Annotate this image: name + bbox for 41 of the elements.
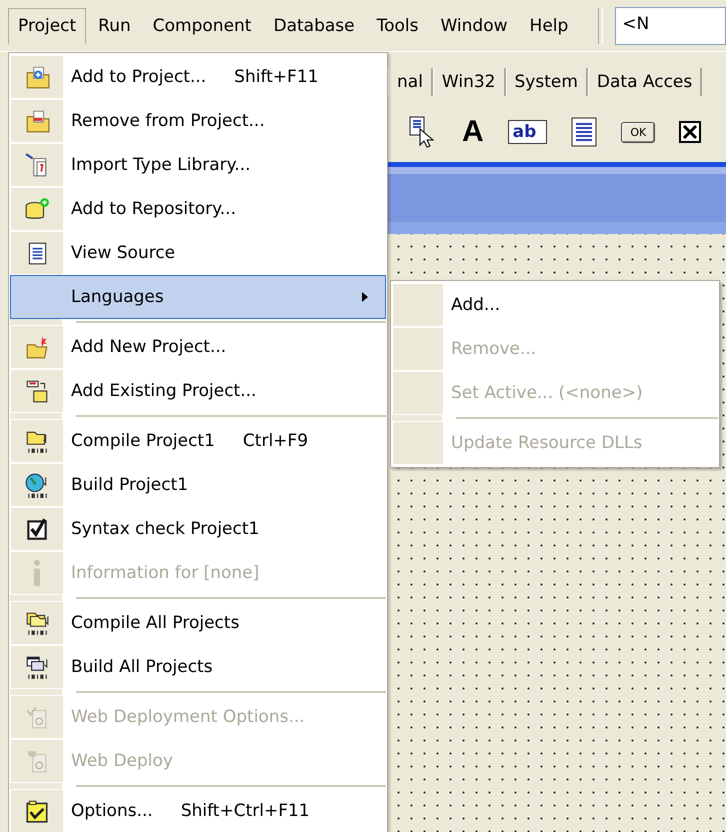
windows-binary-icon: [24, 654, 50, 680]
edit-tool[interactable]: ab: [508, 120, 548, 144]
combo-box[interactable]: <N: [615, 6, 726, 44]
menu-title[interactable]: Run: [88, 8, 141, 44]
folder-star-icon: [24, 334, 50, 360]
palette-tab[interactable]: System: [506, 68, 588, 96]
submenu-arrow-icon: [361, 291, 369, 303]
label-tool[interactable]: A: [462, 115, 484, 149]
menu-item[interactable]: Options... Shift+Ctrl+F11: [10, 789, 386, 832]
menu-item[interactable]: Syntax check Project1: [10, 507, 386, 551]
folder-minus-icon: [24, 108, 50, 134]
menu-title[interactable]: Project: [8, 8, 86, 44]
menu-item[interactable]: Import Type Library...: [10, 143, 386, 187]
menu-item[interactable]: Build Project1: [10, 463, 386, 507]
menu-item[interactable]: Languages: [10, 275, 386, 319]
folders-binary-icon: [24, 610, 50, 636]
menu-item[interactable]: Add...: [392, 283, 718, 327]
globe-binary-icon: [24, 472, 50, 498]
menu-item[interactable]: Add New Project...: [10, 325, 386, 369]
folder-plus-icon: [24, 64, 50, 90]
menu-item[interactable]: View Source: [10, 231, 386, 275]
menu-title[interactable]: Database: [263, 8, 365, 44]
checkbox-icon[interactable]: [679, 121, 702, 143]
menu-item[interactable]: Compile All Projects: [10, 601, 386, 645]
folders-arrow-icon: [24, 378, 50, 404]
button-tool[interactable]: OK: [621, 122, 656, 142]
menu-title[interactable]: Help: [520, 8, 578, 44]
menu-item[interactable]: Add to Repository...: [10, 187, 386, 231]
menu-item[interactable]: Add Existing Project...: [10, 369, 386, 413]
menu-title[interactable]: Tools: [366, 8, 428, 44]
menu-title[interactable]: Window: [430, 8, 518, 44]
menu-title[interactable]: Component: [142, 8, 262, 44]
memo-icon[interactable]: [571, 117, 598, 147]
menu-item[interactable]: Add to Project... Shift+F11: [10, 55, 386, 99]
menu-item[interactable]: Build All Projects: [10, 645, 386, 689]
palette-tab[interactable]: Data Acces: [588, 68, 702, 96]
menu-item[interactable]: Remove from Project...: [10, 99, 386, 143]
folder-check-icon: [24, 798, 50, 824]
palette-tab[interactable]: Win32: [432, 68, 506, 96]
info-icon: [34, 560, 40, 586]
menu-item[interactable]: Compile Project1 Ctrl+F9: [10, 419, 386, 463]
